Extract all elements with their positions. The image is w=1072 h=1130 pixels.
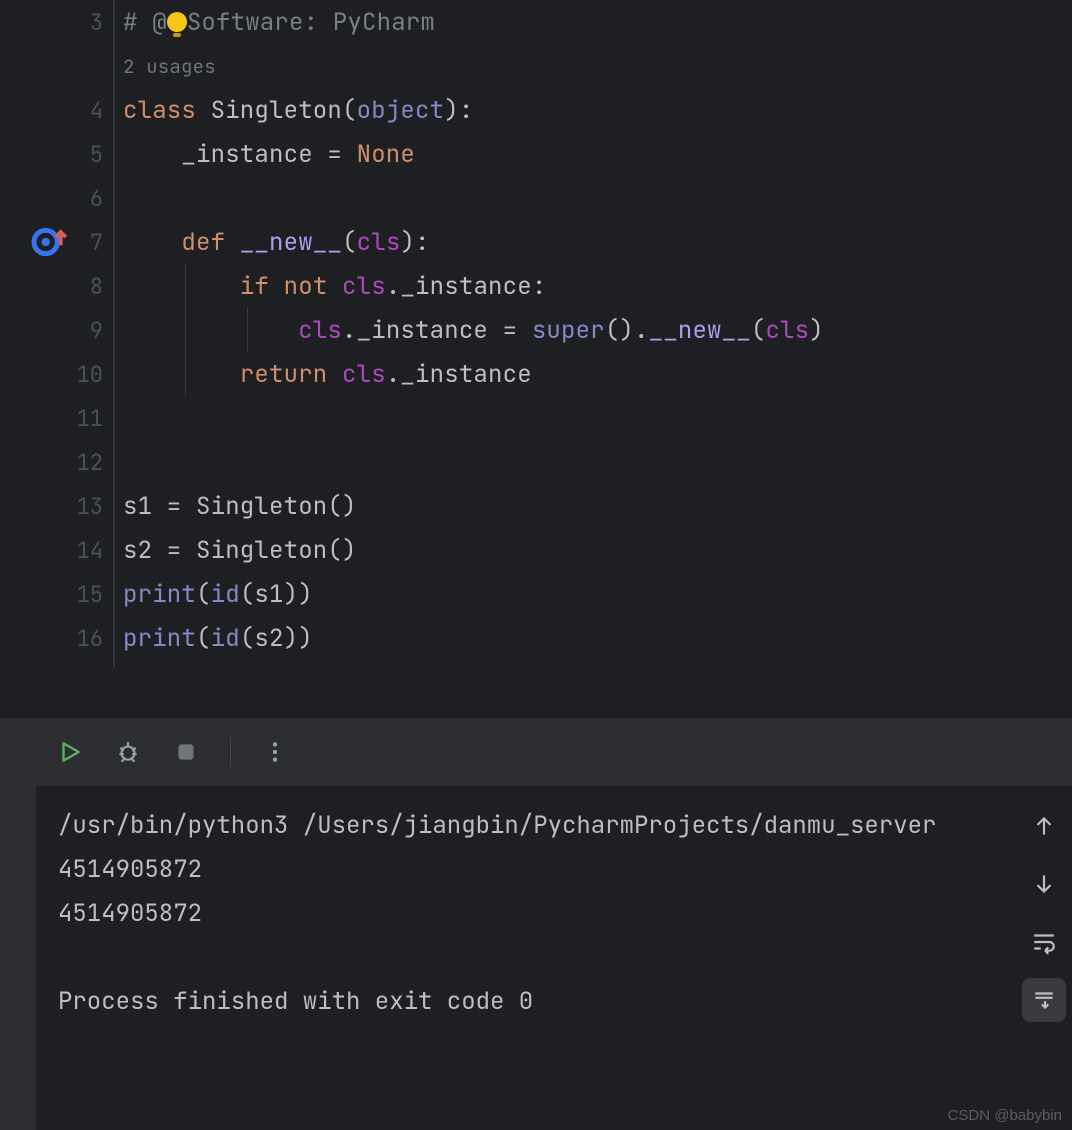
code-text: ._instance	[386, 359, 532, 390]
console-line: 4514905872	[58, 898, 202, 929]
line-number: 6	[69, 184, 103, 213]
toolbar-separator	[230, 737, 231, 767]
code-text: (	[342, 95, 357, 126]
code-text: ._instance:	[386, 271, 547, 302]
console-line: /usr/bin/python3 /Users/jiangbin/Pycharm…	[58, 810, 936, 841]
debug-button[interactable]	[108, 732, 148, 772]
editor-gutter: 3 4 5 6 7 8 9 10 11 12 13 14 15 16	[0, 0, 115, 668]
code-text: object	[357, 95, 445, 126]
code-editor[interactable]: 3 4 5 6 7 8 9 10 11 12 13 14 15 16 # @ So…	[0, 0, 1072, 668]
line-number: 8	[69, 272, 103, 301]
code-text: (	[196, 579, 211, 610]
code-text: cls	[298, 315, 342, 346]
code-text: (	[751, 315, 766, 346]
code-text: id	[211, 623, 240, 654]
code-text: ._instance =	[342, 315, 532, 346]
code-text: (s1))	[240, 579, 313, 610]
code-text: s2 = Singleton()	[123, 535, 357, 566]
code-text: return	[240, 359, 342, 390]
code-text: # @	[123, 7, 167, 38]
console-left-stripe[interactable]	[0, 786, 36, 1130]
line-number: 12	[69, 448, 103, 477]
code-text	[123, 271, 240, 302]
code-text: print	[123, 579, 196, 610]
code-text: id	[211, 579, 240, 610]
more-actions-button[interactable]	[255, 732, 295, 772]
overriding-method-icon[interactable]	[29, 222, 69, 262]
line-number: 13	[69, 492, 103, 521]
code-text: s1 = Singleton()	[123, 491, 357, 522]
code-text: def	[181, 227, 239, 258]
line-number: 5	[69, 140, 103, 169]
code-text: __new__	[240, 227, 342, 258]
code-text: _instance =	[181, 139, 356, 170]
code-text: (s2))	[240, 623, 313, 654]
intention-bulb-icon[interactable]	[167, 12, 187, 32]
console-output[interactable]: /usr/bin/python3 /Users/jiangbin/Pycharm…	[36, 786, 1016, 1130]
code-text: None	[357, 139, 415, 170]
code-text: (	[342, 227, 357, 258]
code-text: Singleton	[211, 95, 342, 126]
code-text: __new__	[649, 315, 751, 346]
editor-bottom-strip	[0, 668, 1072, 718]
rerun-button[interactable]	[50, 732, 90, 772]
console-line: 4514905872	[58, 854, 202, 885]
scroll-to-end-icon[interactable]	[1022, 978, 1066, 1022]
line-number: 16	[69, 624, 103, 653]
code-text: print	[123, 623, 196, 654]
watermark-text: CSDN @babybin	[948, 1107, 1062, 1124]
line-number: 7	[69, 228, 103, 257]
usages-inlay[interactable]: 2 usages	[123, 54, 216, 79]
code-text: Software: PyCharm	[187, 7, 435, 38]
run-toolbar	[36, 718, 1072, 786]
tool-window-left-stripe[interactable]	[0, 718, 36, 786]
console-line: Process finished with exit code 0	[58, 986, 533, 1017]
code-text: class	[123, 95, 211, 126]
code-text: ):	[400, 227, 429, 258]
run-console: /usr/bin/python3 /Users/jiangbin/Pycharm…	[0, 786, 1072, 1130]
code-text: cls	[342, 271, 386, 302]
code-text	[123, 227, 181, 258]
line-number: 10	[69, 360, 103, 389]
line-number: 9	[69, 316, 103, 345]
code-text	[123, 139, 181, 170]
code-text: cls	[342, 359, 386, 390]
soft-wrap-icon[interactable]	[1022, 920, 1066, 964]
previous-occurrence-icon[interactable]	[1022, 804, 1066, 848]
code-text: if	[240, 271, 284, 302]
line-number: 4	[69, 96, 103, 125]
line-number: 11	[69, 404, 103, 433]
code-text	[123, 315, 298, 346]
code-text: super	[532, 315, 605, 346]
line-number: 14	[69, 536, 103, 565]
stop-button[interactable]	[166, 732, 206, 772]
code-text	[123, 359, 240, 390]
line-number: 15	[69, 580, 103, 609]
next-occurrence-icon[interactable]	[1022, 862, 1066, 906]
code-text: cls	[357, 227, 401, 258]
line-number: 3	[69, 8, 103, 37]
code-text: ):	[444, 95, 473, 126]
code-text: cls	[765, 315, 809, 346]
code-text: )	[809, 315, 824, 346]
code-text: ().	[605, 315, 649, 346]
code-text: (	[196, 623, 211, 654]
console-side-toolbar	[1016, 786, 1072, 1130]
code-text: not	[284, 271, 342, 302]
code-area[interactable]: # @ Software: PyCharm 2 usages class Sing…	[115, 0, 1072, 668]
